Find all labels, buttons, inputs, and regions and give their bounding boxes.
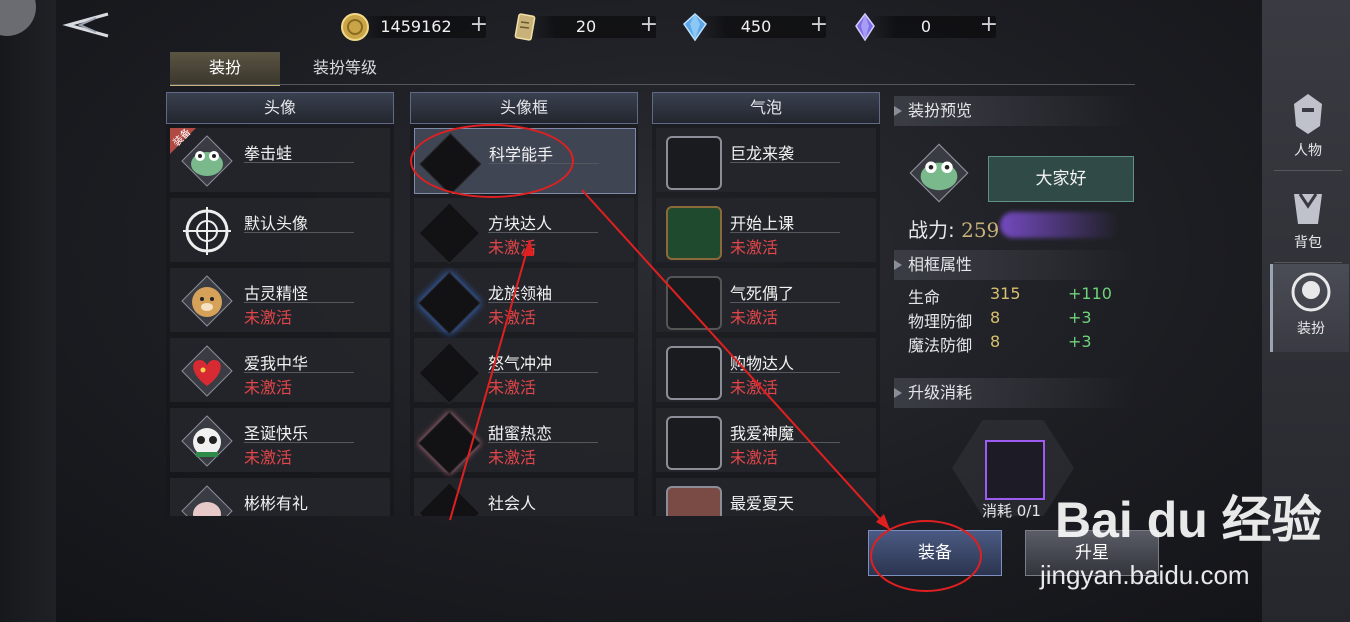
baidu-watermark-url: jingyan.baidu.com [1040, 560, 1250, 590]
baidu-watermark: Bai du 经验 [1055, 492, 1322, 548]
